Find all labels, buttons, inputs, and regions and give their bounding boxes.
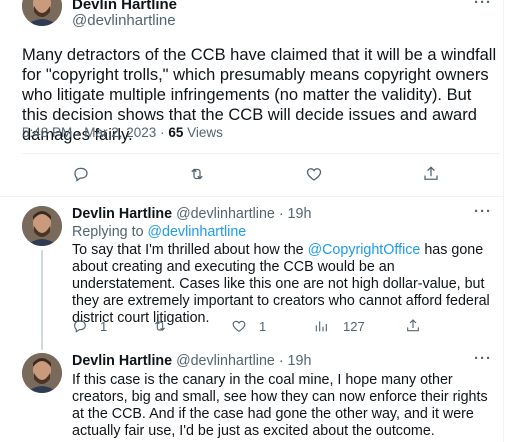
share-button[interactable]	[422, 165, 440, 183]
author-handle[interactable]: @devlinhartline	[72, 12, 176, 29]
reply-text: If this case is the canary in the coal m…	[72, 372, 488, 439]
heart-icon	[306, 168, 322, 181]
retweet-icon	[154, 321, 166, 331]
like-button[interactable]: 1	[231, 318, 266, 334]
author-name[interactable]: Devlin Hartline	[72, 206, 172, 222]
reply-icon	[74, 320, 86, 333]
tweet-timestamp[interactable]: 5:48 PM · Mar 2, 2023 ·	[22, 125, 168, 140]
reply-button[interactable]: 1	[72, 318, 107, 334]
views-label: Views	[183, 125, 223, 140]
more-options-icon[interactable]: ···	[474, 350, 492, 367]
reply-header: Devlin Hartline @devlinhartline · 19h	[72, 353, 311, 369]
author-name[interactable]: Devlin Hartline	[72, 353, 172, 369]
reply-icon	[74, 167, 88, 182]
more-options-icon[interactable]: ···	[474, 203, 492, 220]
avatar[interactable]	[22, 206, 62, 246]
reply-text: To say that I'm thrilled about how the @…	[72, 242, 500, 327]
reply-count: 1	[100, 318, 108, 334]
author-handle-time[interactable]: @devlinhartline · 19h	[176, 206, 311, 222]
share-button[interactable]	[405, 318, 421, 334]
reply-header: Devlin Hartline @devlinhartline · 19h	[72, 206, 311, 222]
avatar[interactable]	[22, 353, 62, 393]
replying-to-link[interactable]: @devlinhartline	[148, 224, 247, 240]
avatar[interactable]	[22, 0, 62, 26]
share-icon	[424, 166, 438, 180]
replying-to: Replying to @devlinhartline	[72, 224, 246, 240]
divider	[0, 196, 503, 197]
divider	[22, 153, 500, 154]
views-button[interactable]: 127	[313, 318, 365, 334]
heart-icon	[232, 320, 246, 333]
mention-link[interactable]: @CopyrightOffice	[308, 242, 421, 258]
share-icon	[407, 319, 419, 332]
analytics-icon	[315, 321, 327, 332]
reply-text-before: To say that I'm thrilled about how the	[72, 242, 308, 258]
retweet-icon	[191, 168, 203, 180]
like-button[interactable]	[305, 165, 323, 183]
reply-button[interactable]	[72, 165, 90, 183]
thread-line	[41, 250, 43, 350]
retweet-button[interactable]	[188, 165, 206, 183]
author-handle-time[interactable]: @devlinhartline · 19h	[176, 353, 311, 369]
retweet-button[interactable]	[152, 318, 178, 334]
replying-prefix: Replying to	[72, 224, 148, 240]
tweet-meta: 5:48 PM · Mar 2, 2023 · 65 Views	[22, 125, 223, 140]
views-count: 65	[168, 125, 184, 140]
views-count: 127	[343, 318, 365, 334]
more-options-icon[interactable]: ···	[474, 0, 492, 11]
column-border	[503, 0, 504, 442]
like-count: 1	[259, 318, 267, 334]
